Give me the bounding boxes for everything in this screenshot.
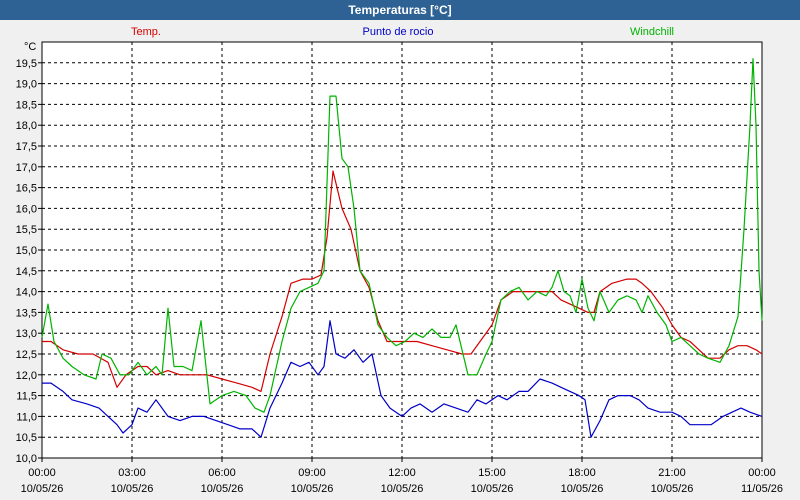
y-tick-label: 16,5 <box>16 183 37 195</box>
x-tick-time-label: 00:00 <box>748 467 776 479</box>
x-tick-time-label: 00:00 <box>28 467 56 479</box>
y-tick-label: 10,5 <box>16 432 37 444</box>
y-tick-label: 12,0 <box>16 370 37 382</box>
y-tick-label: 16,0 <box>16 203 37 215</box>
x-tick-time-label: 15:00 <box>478 467 506 479</box>
y-axis-label: °C <box>24 41 36 53</box>
chart-title: Temperaturas [°C] <box>0 0 800 20</box>
x-tick-time-label: 18:00 <box>568 467 596 479</box>
x-tick-date-label: 10/05/26 <box>561 483 604 495</box>
y-tick-label: 17,5 <box>16 141 37 153</box>
y-tick-label: 13,0 <box>16 328 37 340</box>
y-tick-label: 10,0 <box>16 453 37 465</box>
legend-entry: Punto de rocio <box>363 26 434 38</box>
y-tick-label: 18,0 <box>16 120 37 132</box>
x-tick-time-label: 09:00 <box>298 467 326 479</box>
x-tick-time-label: 12:00 <box>388 467 416 479</box>
x-tick-time-label: 21:00 <box>658 467 686 479</box>
x-tick-date-label: 11/05/26 <box>741 483 783 495</box>
x-tick-date-label: 10/05/26 <box>21 483 64 495</box>
y-tick-label: 11,5 <box>16 391 37 403</box>
x-tick-date-label: 10/05/26 <box>471 483 514 495</box>
y-tick-label: 12,5 <box>16 349 37 361</box>
y-tick-label: 15,5 <box>16 224 37 236</box>
x-tick-date-label: 10/05/26 <box>291 483 334 495</box>
x-tick-time-label: 06:00 <box>208 467 236 479</box>
legend-entry: Temp. <box>131 26 161 38</box>
y-tick-label: 13,5 <box>16 307 37 319</box>
grid-lines <box>42 42 762 458</box>
y-tick-label: 18,5 <box>16 99 37 111</box>
y-tick-label: 14,5 <box>16 266 37 278</box>
x-tick-date-label: 10/05/26 <box>111 483 154 495</box>
legend-entry: Windchill <box>630 26 674 38</box>
y-tick-label: 11,0 <box>16 411 37 423</box>
x-tick-date-label: 10/05/26 <box>201 483 244 495</box>
x-tick-time-label: 03:00 <box>118 467 146 479</box>
y-tick-label: 15,0 <box>16 245 37 257</box>
x-tick-date-label: 10/05/26 <box>651 483 694 495</box>
temperature-chart: 10,0 10,5 11,0 11,5 12,0 12,5 13,0 13,5 14,0 14,5… <box>0 20 800 500</box>
y-tick-label: 14,0 <box>16 287 37 299</box>
x-tick-date-label: 10/05/26 <box>381 483 424 495</box>
y-tick-label: 19,5 <box>16 58 37 70</box>
y-tick-label: 17,0 <box>16 162 37 174</box>
y-tick-label: 19,0 <box>16 79 37 91</box>
